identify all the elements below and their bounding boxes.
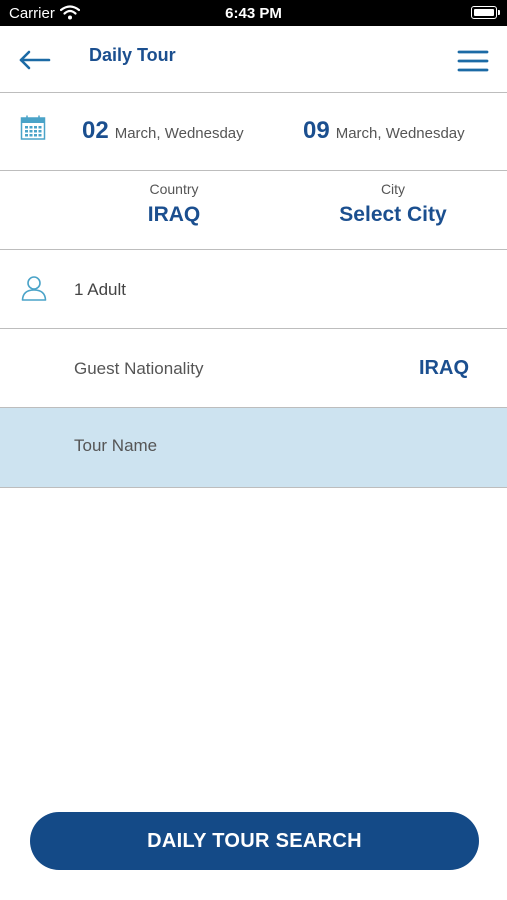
tour-name-row[interactable] <box>0 408 507 488</box>
country-selector[interactable]: Country IRAQ <box>74 171 274 249</box>
end-date-label: March, Wednesday <box>335 125 465 142</box>
guests-label: 1 Adult <box>74 280 126 299</box>
daily-tour-search-button[interactable]: DAILY TOUR SEARCH <box>30 812 479 870</box>
person-icon <box>20 274 48 307</box>
header-bar: Daily Tour <box>0 26 507 93</box>
start-date-label: March, Wednesday <box>114 125 244 142</box>
guests-row[interactable]: 1 Adult <box>0 250 507 329</box>
calendar-icon <box>20 115 46 146</box>
city-label: City <box>380 181 406 197</box>
nationality-value: IRAQ <box>419 357 469 379</box>
location-row: Country IRAQ City Select City <box>0 171 507 250</box>
battery-icon <box>471 6 500 19</box>
city-selector[interactable]: City Select City <box>293 171 493 249</box>
end-date-day: 09 <box>303 117 330 144</box>
tour-name-input[interactable] <box>74 436 474 456</box>
page-title: Daily Tour <box>89 45 176 65</box>
city-value: Select City <box>339 203 447 226</box>
nationality-row[interactable]: Guest Nationality IRAQ <box>0 329 507 408</box>
hamburger-menu-icon <box>457 50 489 72</box>
status-time: 6:43 PM <box>225 5 282 22</box>
start-date[interactable]: 02 March, Wednesday <box>82 117 244 145</box>
back-button[interactable] <box>18 46 52 74</box>
country-label: Country <box>149 181 199 197</box>
status-bar: Carrier 6:43 PM <box>0 0 507 26</box>
nationality-label: Guest Nationality <box>74 359 204 378</box>
back-arrow-icon <box>19 50 51 70</box>
date-range-row: 02 March, Wednesday 09 March, Wednesday <box>0 93 507 171</box>
menu-button[interactable] <box>457 48 489 76</box>
country-value: IRAQ <box>147 203 201 226</box>
start-date-day: 02 <box>82 117 109 144</box>
end-date[interactable]: 09 March, Wednesday <box>303 117 465 145</box>
